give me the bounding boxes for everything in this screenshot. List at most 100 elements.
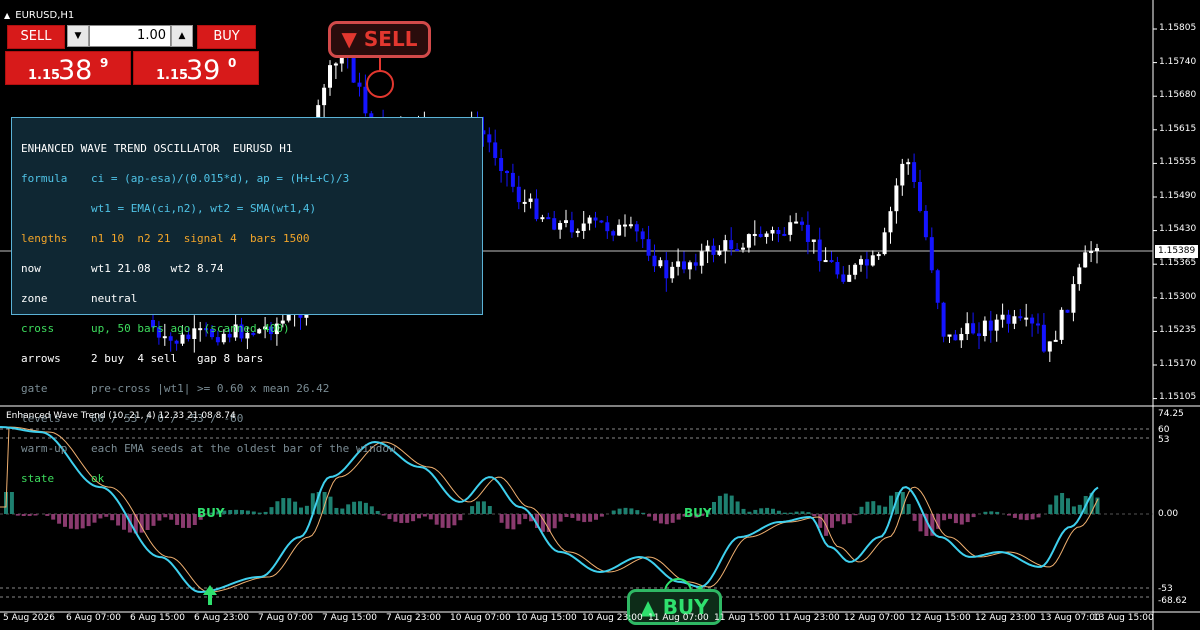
histogram-bar xyxy=(269,507,274,514)
histogram-bar xyxy=(747,511,752,514)
candle-body xyxy=(882,232,887,255)
histogram-bar xyxy=(806,512,811,514)
osc-level-label: -68.62 xyxy=(1158,596,1188,606)
histogram-bar xyxy=(676,514,681,520)
sell-price-button[interactable]: 1.15 38 9 xyxy=(5,51,131,86)
histogram-bar xyxy=(45,514,50,516)
candle-body xyxy=(853,264,858,275)
histogram-bar xyxy=(1048,504,1053,514)
candle-body xyxy=(888,211,893,233)
candle-body xyxy=(876,254,881,257)
histogram-bar xyxy=(422,514,427,517)
histogram-bar xyxy=(735,501,740,514)
candle-body xyxy=(794,221,799,224)
candle-body xyxy=(623,224,627,227)
histogram-bar xyxy=(405,514,410,523)
histogram-bar xyxy=(830,514,834,528)
buy-price-main: 39 xyxy=(186,55,221,86)
histogram-bar xyxy=(363,502,368,514)
histogram-bar xyxy=(712,501,716,514)
candle-body xyxy=(770,229,775,234)
candle-body xyxy=(510,172,515,187)
sell-button[interactable]: SELL xyxy=(7,25,65,49)
histogram-bar xyxy=(594,514,598,520)
candle-body xyxy=(487,134,492,143)
histogram-bar xyxy=(74,514,79,530)
price-label: 1.15235 xyxy=(1159,325,1197,335)
histogram-bar xyxy=(1018,514,1023,520)
candle-body xyxy=(906,162,911,165)
candle-body xyxy=(994,319,999,331)
histogram-bar xyxy=(104,514,109,517)
candle-body xyxy=(923,210,928,238)
histogram-bar xyxy=(871,501,876,514)
histogram-bar xyxy=(33,514,38,516)
histogram-bar xyxy=(782,512,787,514)
histogram-bar xyxy=(157,514,162,521)
candle-body xyxy=(628,224,633,227)
candle-body xyxy=(705,245,710,252)
candle-body xyxy=(711,245,716,255)
candle-body xyxy=(1077,267,1082,285)
candle-body xyxy=(1030,317,1035,324)
histogram-bar xyxy=(918,514,923,532)
histogram-bar xyxy=(812,514,817,517)
candle-body xyxy=(652,255,657,267)
sell-marker-circle xyxy=(366,70,394,98)
candle-body xyxy=(847,274,852,282)
histogram-bar xyxy=(369,506,374,514)
candle-body xyxy=(528,198,533,202)
info-row-gate: gate pre-cross |wt1| >= 0.60 x mean 26.42 xyxy=(21,382,330,395)
candle-body xyxy=(558,223,563,230)
candle-body xyxy=(1012,316,1017,324)
histogram-bar xyxy=(346,504,351,514)
histogram-bar xyxy=(116,514,121,526)
histogram-bar xyxy=(865,501,870,514)
histogram-bar xyxy=(86,514,91,527)
current-price-tag: 1.15389 xyxy=(1155,245,1199,258)
histogram-bar xyxy=(151,514,156,526)
time-label: 7 Aug 07:00 xyxy=(258,613,313,623)
candle-body xyxy=(800,221,804,225)
candle-body xyxy=(499,157,504,172)
histogram-bar xyxy=(251,511,256,514)
candle-body xyxy=(1047,341,1052,352)
histogram-bar xyxy=(953,514,958,524)
histogram-bar xyxy=(1054,495,1059,514)
collapse-icon[interactable]: ▲ xyxy=(4,11,10,20)
price-label: 1.15805 xyxy=(1159,23,1197,33)
lot-size-input[interactable]: 1.00 xyxy=(89,25,171,47)
candle-body xyxy=(959,334,964,341)
histogram-bar xyxy=(381,514,386,516)
candle-body xyxy=(575,230,580,233)
histogram-bar xyxy=(959,514,964,525)
histogram-bar xyxy=(564,514,569,518)
candle-body xyxy=(634,224,639,232)
lot-decrease-button[interactable]: ▼ xyxy=(67,25,89,47)
histogram-bar xyxy=(110,514,115,521)
candle-body xyxy=(841,274,846,282)
histogram-bar xyxy=(859,506,864,514)
histogram-bar xyxy=(576,514,581,521)
candle-body xyxy=(864,259,869,266)
sell-price-prefix: 1.15 xyxy=(28,68,61,83)
lot-increase-button[interactable]: ▲ xyxy=(171,25,193,47)
time-label: 12 Aug 23:00 xyxy=(975,613,1036,623)
histogram-bar xyxy=(1030,514,1035,520)
candle-body xyxy=(564,220,568,224)
histogram-bar xyxy=(275,501,280,514)
histogram-bar xyxy=(245,510,250,514)
buy-button[interactable]: BUY xyxy=(197,25,256,49)
histogram-bar xyxy=(293,501,298,514)
candle-body xyxy=(982,320,987,337)
histogram-bar xyxy=(847,514,852,524)
histogram-bar xyxy=(80,514,85,529)
histogram-bar xyxy=(27,514,32,516)
buy-price-button[interactable]: 1.15 39 0 xyxy=(133,51,259,86)
candle-body xyxy=(752,233,757,236)
histogram-bar xyxy=(352,501,357,514)
candle-body xyxy=(1083,252,1088,268)
histogram-bar xyxy=(841,514,846,525)
candle-body xyxy=(870,255,875,266)
time-label: 7 Aug 15:00 xyxy=(322,613,377,623)
